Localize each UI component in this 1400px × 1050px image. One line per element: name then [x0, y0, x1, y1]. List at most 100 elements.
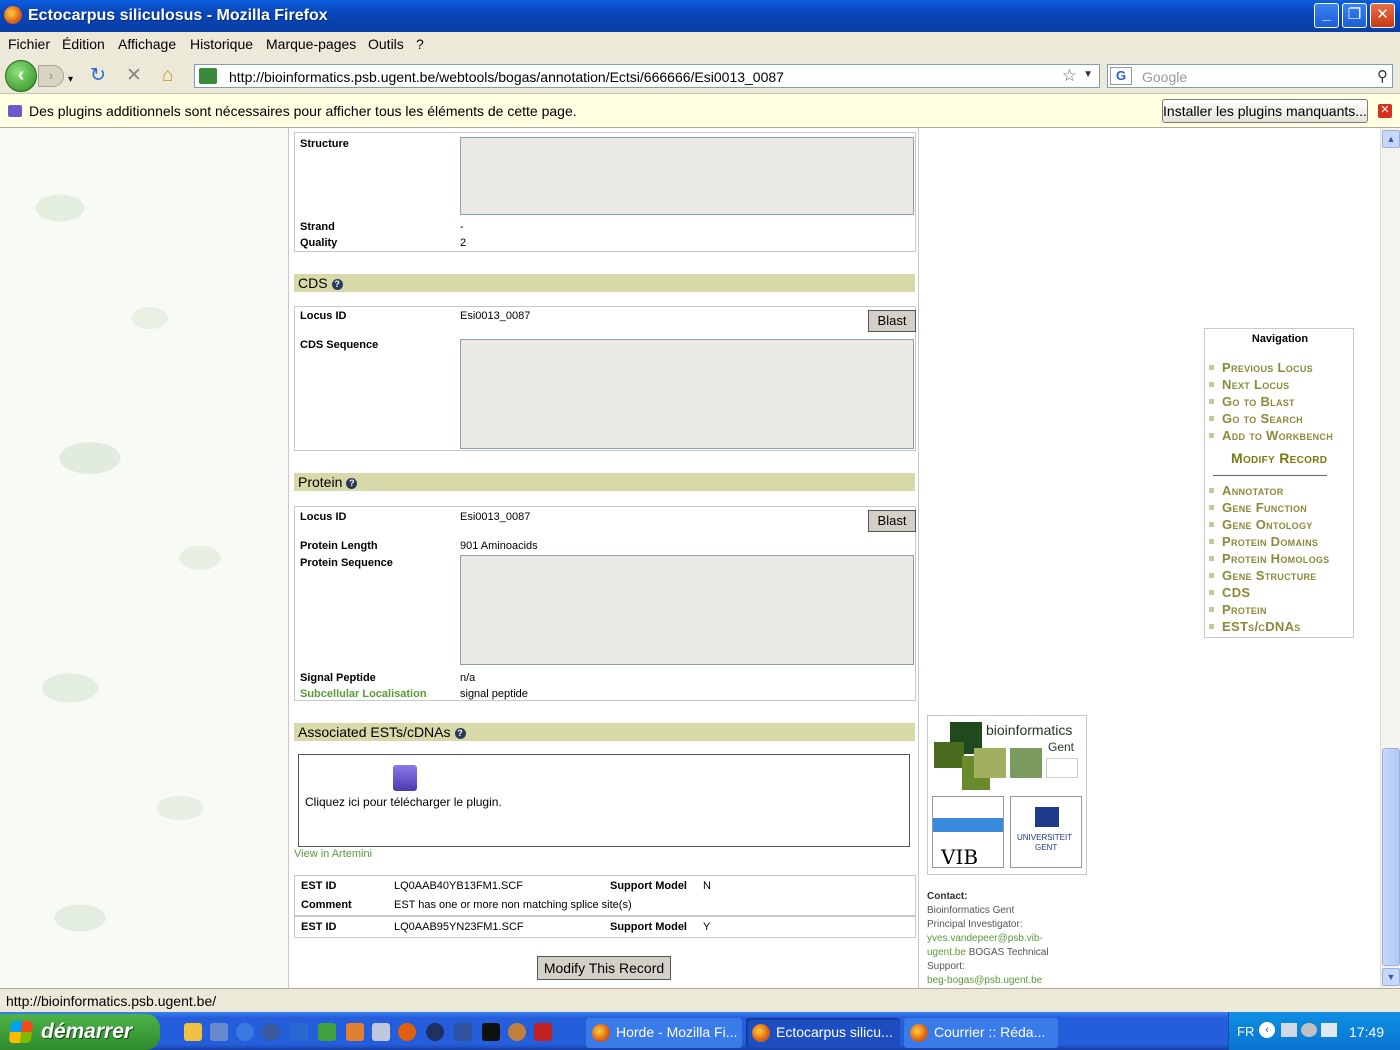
- taskbar-item[interactable]: Courrier :: Réda...: [904, 1018, 1058, 1048]
- quicklaunch-icon[interactable]: [508, 1023, 526, 1041]
- menu-outils[interactable]: Outils: [368, 36, 404, 52]
- page-viewport: Structure Strand - Quality 2 CDS? Locus …: [0, 128, 1380, 988]
- nav-gene-function[interactable]: Gene Function: [1209, 500, 1307, 515]
- nav-gene-structure[interactable]: Gene Structure: [1209, 568, 1317, 583]
- main-content: Structure Strand - Quality 2 CDS? Locus …: [288, 128, 919, 988]
- quicklaunch-icon[interactable]: [318, 1023, 336, 1041]
- stop-icon[interactable]: ✕: [126, 66, 142, 85]
- minimize-button[interactable]: _: [1314, 3, 1339, 28]
- nav-cds[interactable]: CDS: [1209, 585, 1250, 600]
- quicklaunch-icon[interactable]: [372, 1023, 390, 1041]
- cds-box: Locus ID Esi0013_0087 Blast CDS Sequence: [294, 306, 916, 451]
- protein-sequence-textarea[interactable]: [460, 555, 914, 665]
- navigation-panel: Navigation Previous Locus Next Locus Go …: [1204, 328, 1354, 638]
- pi-email-link-cont[interactable]: ugent.be: [927, 947, 966, 958]
- cds-sequence-textarea[interactable]: [460, 339, 914, 449]
- reload-icon[interactable]: ↻: [90, 66, 106, 85]
- network-icon[interactable]: [1281, 1023, 1297, 1037]
- support-model-label: Support Model: [610, 921, 687, 933]
- quicklaunch-icon[interactable]: [236, 1023, 254, 1041]
- language-indicator[interactable]: FR: [1237, 1024, 1254, 1039]
- scroll-down-icon[interactable]: ▼: [1382, 968, 1400, 986]
- filezilla-icon[interactable]: [534, 1023, 552, 1041]
- url-dropdown-icon[interactable]: ▼: [1083, 69, 1093, 80]
- quicklaunch-icon[interactable]: [262, 1023, 280, 1041]
- tray-icon[interactable]: [1301, 1023, 1317, 1037]
- taskbar-item[interactable]: Horde - Mozilla Fi...: [586, 1018, 742, 1048]
- plugin-icon: [393, 765, 417, 791]
- nav-next-locus[interactable]: Next Locus: [1209, 377, 1289, 392]
- plugin-notification-bar: Des plugins additionnels sont nécessaire…: [0, 94, 1400, 128]
- plugin-download-text[interactable]: Cliquez ici pour télécharger le plugin.: [305, 795, 502, 809]
- scroll-thumb[interactable]: [1382, 748, 1400, 966]
- bookmark-star-icon[interactable]: ☆: [1062, 66, 1077, 86]
- menu-historique[interactable]: Historique: [190, 36, 253, 52]
- nav-go-to-search[interactable]: Go to Search: [1209, 411, 1303, 426]
- help-icon[interactable]: ?: [331, 279, 343, 290]
- menu-help[interactable]: ?: [416, 36, 424, 52]
- vertical-scrollbar[interactable]: ▲ ▼: [1380, 128, 1400, 988]
- maximize-button[interactable]: ❐: [1342, 3, 1367, 28]
- menu-marque-pages[interactable]: Marque-pages: [266, 36, 356, 52]
- structure-box: Structure Strand - Quality 2: [294, 132, 916, 252]
- scroll-up-icon[interactable]: ▲: [1382, 130, 1400, 148]
- search-icon[interactable]: ⚲: [1377, 67, 1388, 85]
- nav-protein-homologs[interactable]: Protein Homologs: [1209, 551, 1329, 566]
- close-button[interactable]: ✕: [1370, 3, 1395, 28]
- quicklaunch-icon[interactable]: [184, 1023, 202, 1041]
- nav-annotator[interactable]: Annotator: [1209, 483, 1284, 498]
- help-icon[interactable]: ?: [454, 728, 466, 739]
- quicklaunch-icon[interactable]: [426, 1023, 444, 1041]
- menu-fichier[interactable]: Fichier: [8, 36, 50, 52]
- quality-label: Quality: [300, 237, 338, 249]
- nav-ests-cdnas[interactable]: ESTs/cDNAs: [1209, 619, 1301, 634]
- cds-blast-button[interactable]: Blast: [868, 310, 916, 332]
- address-bar[interactable]: http://bioinformatics.psb.ugent.be/webto…: [194, 64, 1100, 88]
- structure-textarea[interactable]: [460, 137, 914, 215]
- tray-expand-icon[interactable]: ‹: [1259, 1022, 1275, 1038]
- cds-locus-label: Locus ID: [300, 310, 347, 322]
- cds-sequence-label: CDS Sequence: [300, 339, 379, 351]
- taskbar-item-active[interactable]: Ectocarpus silicu...: [746, 1018, 900, 1048]
- bioinformatics-gent-logo[interactable]: bioinformatics Gent VIB UNIVERSITEIT GEN…: [927, 715, 1087, 875]
- quicklaunch-icon[interactable]: [210, 1023, 228, 1041]
- menu-affichage[interactable]: Affichage: [118, 36, 176, 52]
- nav-go-to-blast[interactable]: Go to Blast: [1209, 394, 1295, 409]
- nav-modify-record[interactable]: Modify Record: [1231, 450, 1327, 466]
- forward-button[interactable]: ›: [38, 65, 64, 87]
- quicklaunch-icon[interactable]: [346, 1023, 364, 1041]
- google-icon[interactable]: G: [1110, 67, 1132, 85]
- home-icon[interactable]: ⌂: [162, 66, 173, 85]
- close-notification-icon[interactable]: ✕: [1378, 104, 1392, 118]
- navigation-title: Navigation: [1251, 333, 1309, 345]
- history-dropdown-icon[interactable]: ▾: [68, 70, 73, 89]
- modify-record-button[interactable]: Modify This Record: [537, 956, 671, 980]
- nav-protein-domains[interactable]: Protein Domains: [1209, 534, 1318, 549]
- install-plugins-button[interactable]: Installer les plugins manquants...: [1162, 99, 1368, 123]
- plugin-message: Des plugins additionnels sont nécessaire…: [29, 103, 577, 119]
- quicklaunch-icon[interactable]: [482, 1023, 500, 1041]
- quicklaunch-icon[interactable]: [290, 1023, 308, 1041]
- nav-previous-locus[interactable]: Previous Locus: [1209, 360, 1313, 375]
- back-button[interactable]: ‹: [5, 60, 37, 92]
- subcellular-localisation-link[interactable]: Subcellular Localisation: [300, 688, 427, 700]
- support-email-link[interactable]: beg-bogas@psb.ugent.be: [927, 975, 1042, 986]
- plugin-placeholder[interactable]: Cliquez ici pour télécharger le plugin.: [298, 754, 910, 847]
- volume-icon[interactable]: [1321, 1023, 1337, 1037]
- start-button[interactable]: démarrer: [0, 1014, 160, 1050]
- firefox-quicklaunch-icon[interactable]: [398, 1023, 416, 1041]
- url-text: http://bioinformatics.psb.ugent.be/webto…: [229, 69, 784, 85]
- cds-section-header: CDS?: [294, 274, 915, 292]
- pi-email-link[interactable]: yves.vandepeer@psb.vib-: [927, 933, 1043, 944]
- nav-protein[interactable]: Protein: [1209, 602, 1267, 617]
- nav-gene-ontology[interactable]: Gene Ontology: [1209, 517, 1313, 532]
- quicklaunch-icon[interactable]: [454, 1023, 472, 1041]
- nav-add-to-workbench[interactable]: Add to Workbench: [1209, 428, 1333, 443]
- help-icon[interactable]: ?: [346, 478, 358, 489]
- menu-edition[interactable]: Édition: [62, 36, 105, 52]
- view-in-artemis-link[interactable]: View in Artemini: [294, 848, 372, 860]
- protein-blast-button[interactable]: Blast: [868, 510, 916, 532]
- search-input[interactable]: G Google ⚲: [1107, 64, 1393, 88]
- firefox-icon: [752, 1024, 770, 1042]
- signal-peptide-label: Signal Peptide: [300, 672, 376, 684]
